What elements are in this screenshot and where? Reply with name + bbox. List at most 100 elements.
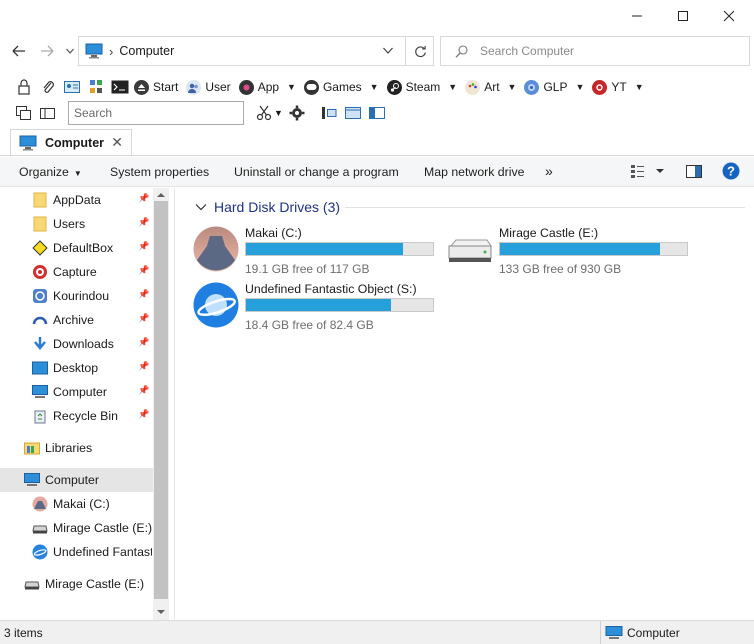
group-header-hard-disk-drives[interactable]: Hard Disk Drives (3) (195, 199, 340, 215)
view-options-button[interactable] (630, 164, 668, 178)
pin-icon[interactable]: 📌 (138, 265, 149, 276)
scroll-down-icon[interactable] (153, 606, 169, 618)
sidebar-item-kourindou[interactable]: Kourindou (32, 285, 109, 307)
close-button[interactable] (706, 0, 752, 32)
sidebar-item-network-drive[interactable]: Mirage Castle (E:) (24, 573, 144, 595)
pin-icon[interactable]: 📌 (138, 289, 149, 300)
sidebar-item-drive-c[interactable]: Makai (C:) (32, 493, 110, 515)
panes-icon[interactable] (38, 104, 58, 122)
help-icon: ? (722, 162, 740, 180)
address-bar[interactable]: › Computer (78, 36, 434, 66)
toolbar-app[interactable]: App ▼ (238, 79, 296, 95)
pin-icon[interactable]: 📌 (138, 361, 149, 372)
drive-item-c[interactable]: Makai (C:) 19.1 GB free of 117 GB (193, 226, 453, 276)
chevron-down-icon[interactable]: ▼ (287, 82, 296, 92)
usage-bar-fill (246, 243, 403, 255)
scroll-up-icon[interactable] (153, 189, 169, 201)
pin-icon[interactable]: 📌 (138, 217, 149, 228)
toolbar-search-input[interactable]: Search (68, 101, 244, 125)
search-icon (455, 44, 468, 58)
new-window-icon[interactable] (14, 104, 34, 122)
sidebar-item-archive[interactable]: Archive (32, 309, 94, 331)
sidebar-item-libraries[interactable]: Libraries (24, 437, 92, 459)
chevron-down-icon (383, 47, 393, 54)
toolbar-art[interactable]: Art ▼ (465, 79, 517, 95)
pin-icon[interactable]: 📌 (138, 193, 149, 204)
toolbar-start[interactable]: Start (134, 79, 178, 95)
sidebar-item-defaultbox[interactable]: DefaultBox (32, 237, 113, 259)
chevron-down-icon[interactable]: ▼ (635, 82, 644, 92)
organize-button[interactable]: Organize ▼ (19, 165, 82, 179)
view-list-icon (631, 165, 664, 178)
mountain-drive-icon (193, 226, 239, 272)
refresh-button[interactable] (405, 37, 434, 65)
paperclip-icon[interactable] (38, 78, 58, 96)
chevron-down-icon[interactable]: ▼ (448, 82, 457, 92)
map-network-drive-button[interactable]: Map network drive (424, 165, 524, 179)
collapse-chevron-icon[interactable] (195, 203, 207, 211)
sidebar-item-users[interactable]: Users (32, 213, 85, 235)
back-button[interactable] (8, 40, 30, 62)
toolbar-steam[interactable]: Steam ▼ (386, 79, 457, 95)
planet-drive-icon (193, 282, 239, 328)
scrollbar-thumb[interactable] (154, 201, 168, 599)
preview-pane-icon[interactable] (343, 104, 363, 122)
pin-icon[interactable]: 📌 (138, 313, 149, 324)
computer-icon (605, 625, 623, 639)
svg-text:?: ? (727, 164, 735, 179)
search-box[interactable]: Search Computer (440, 36, 750, 66)
folder-icon (32, 216, 48, 232)
drive-item-e[interactable]: Mirage Castle (E:) 133 GB free of 930 GB (447, 226, 707, 276)
pin-icon[interactable]: 📌 (138, 409, 149, 420)
sidebar-item-downloads[interactable]: Downloads (32, 333, 114, 355)
terminal-icon[interactable] (110, 78, 130, 96)
maximize-button[interactable] (660, 0, 706, 32)
gear-icon[interactable] (287, 104, 307, 122)
hard-drive-icon (448, 239, 492, 262)
chevron-down-icon[interactable]: ▼ (274, 108, 283, 118)
toolbar-user[interactable]: User (186, 79, 231, 95)
scissors-icon[interactable] (254, 104, 274, 122)
minimize-button[interactable] (614, 0, 660, 32)
chevron-down-icon (66, 48, 74, 54)
forward-button[interactable] (36, 40, 58, 62)
breadcrumb-computer[interactable]: Computer (119, 44, 174, 58)
id-card-icon[interactable] (62, 78, 82, 96)
help-button[interactable]: ? (722, 162, 740, 180)
network-icon[interactable] (86, 78, 106, 96)
more-commands-button[interactable]: » (545, 163, 553, 179)
address-dropdown-button[interactable] (383, 47, 393, 54)
details-pane-icon[interactable] (367, 104, 387, 122)
drive-item-s[interactable]: Undefined Fantastic Object (S:) 18.4 GB … (193, 282, 453, 332)
chevron-down-icon[interactable]: ▼ (508, 82, 517, 92)
sidebar-item-capture[interactable]: Capture (32, 261, 97, 283)
chevron-down-icon[interactable]: ▼ (575, 82, 584, 92)
sidebar-item-computer-pinned[interactable]: Computer (32, 381, 107, 403)
pin-icon[interactable]: 📌 (138, 385, 149, 396)
sidebar-item-computer[interactable]: Computer (24, 469, 99, 491)
chevron-down-icon[interactable]: ▼ (370, 82, 379, 92)
tab-close-icon[interactable]: ✕ (111, 134, 123, 151)
layout-icon[interactable] (319, 104, 339, 122)
lock-icon[interactable] (14, 78, 34, 96)
toolbar-glp[interactable]: GLP ▼ (524, 79, 584, 95)
sidebar-item-drive-e[interactable]: Mirage Castle (E:) (32, 517, 152, 539)
system-properties-button[interactable]: System properties (110, 165, 209, 179)
glp-icon (524, 79, 540, 95)
sidebar-item-recycle-bin[interactable]: Recycle Bin (32, 405, 118, 427)
tab-computer[interactable]: Computer ✕ (10, 129, 132, 155)
pin-icon[interactable]: 📌 (138, 337, 149, 348)
capture-icon (32, 264, 48, 280)
preview-pane-button[interactable] (686, 165, 702, 178)
palette-icon (465, 79, 481, 95)
sidebar-item-desktop[interactable]: Desktop (32, 357, 98, 379)
app-icon (238, 79, 254, 95)
recent-locations-button[interactable] (64, 44, 76, 58)
libraries-icon (24, 440, 40, 456)
uninstall-program-button[interactable]: Uninstall or change a program (234, 165, 399, 179)
toolbar-yt[interactable]: YT ▼ (592, 79, 644, 95)
pin-icon[interactable]: 📌 (138, 241, 149, 252)
toolbar-games[interactable]: Games ▼ (303, 79, 379, 95)
sidebar-item-appdata[interactable]: AppData (32, 189, 101, 211)
sidebar-item-drive-s[interactable]: Undefined Fantasti (32, 541, 152, 563)
